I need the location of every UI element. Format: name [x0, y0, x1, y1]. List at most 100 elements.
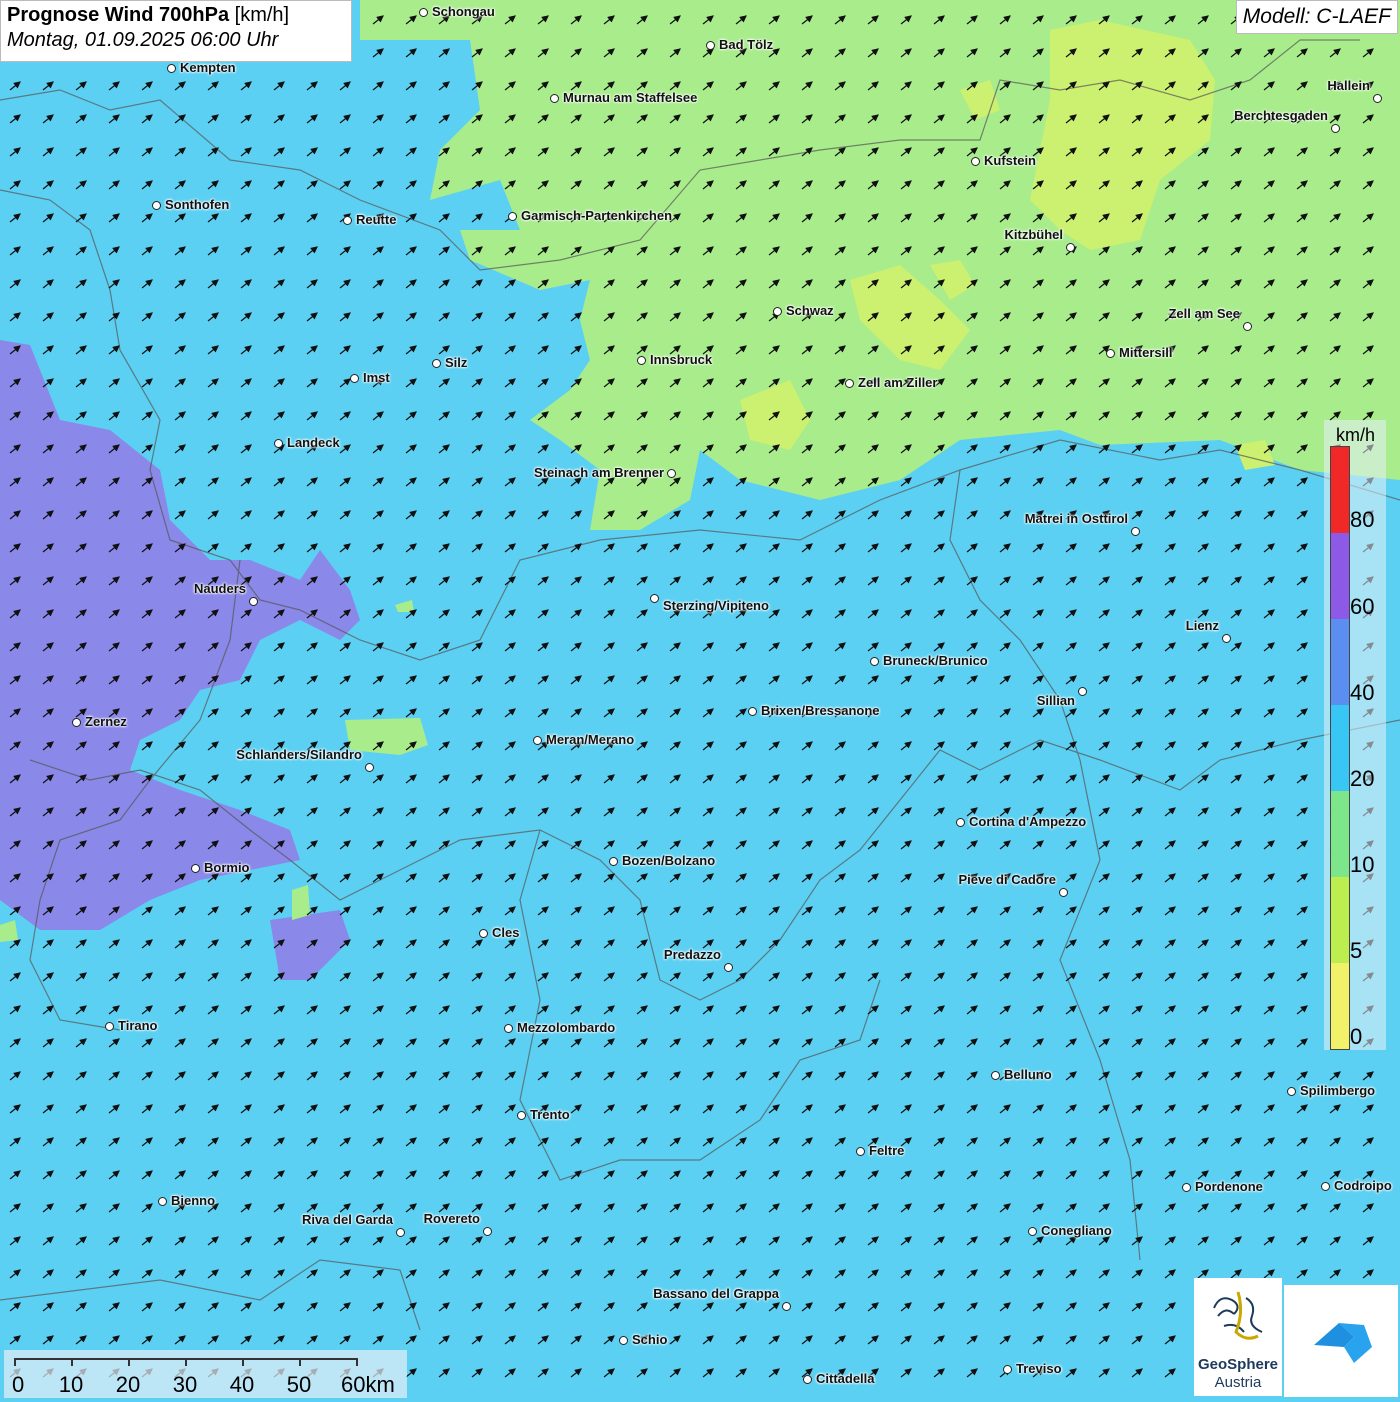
- city-label: Schwaz: [786, 303, 834, 318]
- city-label: Murnau am Staffelsee: [563, 90, 698, 105]
- scale-label: 30: [172, 1372, 198, 1397]
- model-label: Modell: C-LAEF: [1235, 0, 1398, 34]
- legend-label: 60: [1350, 594, 1375, 619]
- city-label: Spilimbergo: [1300, 1083, 1376, 1098]
- forecast-datetime: Montag, 01.09.2025 06:00 Uhr: [7, 29, 279, 51]
- city-label: Bienno: [171, 1193, 216, 1208]
- city-label: Steinach am Brenner: [533, 465, 664, 480]
- city-label: Matrei in Osttirol: [1024, 511, 1128, 526]
- city-label: Bruneck/Brunico: [883, 653, 988, 668]
- city-marker: [637, 356, 646, 365]
- geosphere-name: GeoSphere: [1197, 1356, 1279, 1373]
- geosphere-emblem-icon: [1213, 1291, 1263, 1340]
- city-marker: [1059, 888, 1068, 897]
- city-label: Rovereto: [423, 1211, 480, 1226]
- legend-swatch: [1331, 705, 1349, 791]
- city-marker: [483, 1227, 492, 1236]
- city-marker: [991, 1071, 1000, 1080]
- city-label: Brixen/Bressanone: [761, 703, 880, 718]
- city-label: Zell am See: [1168, 306, 1240, 321]
- app-arrow-icon: [1314, 1323, 1372, 1363]
- city-label: Cittadella: [816, 1371, 875, 1386]
- city-marker: [609, 857, 618, 866]
- city-label: Conegliano: [1041, 1223, 1112, 1238]
- city-marker: [1331, 124, 1340, 133]
- legend-swatch: [1331, 791, 1349, 877]
- legend-swatch: [1331, 877, 1349, 963]
- city-marker: [870, 657, 879, 666]
- city-label: Kitzbühel: [1004, 227, 1064, 242]
- city-marker: [432, 359, 441, 368]
- city-label: Kufstein: [984, 153, 1036, 168]
- title-box: Prognose Wind 700hPa [km/h] Montag, 01.0…: [0, 0, 352, 62]
- city-label: Schlanders/Silandro: [236, 747, 362, 762]
- city-label: Pieve di Cadore: [958, 872, 1056, 887]
- city-marker: [956, 818, 965, 827]
- city-marker: [748, 707, 757, 716]
- city-label: Sonthofen: [165, 197, 230, 212]
- city-marker: [550, 94, 559, 103]
- city-label: Tirano: [118, 1018, 158, 1033]
- city-marker: [971, 157, 980, 166]
- app-logo[interactable]: [1284, 1285, 1398, 1397]
- scale-tick: [242, 1358, 244, 1366]
- scale-tick: [71, 1358, 73, 1366]
- legend-unit: km/h: [1336, 425, 1376, 445]
- city-marker: [274, 439, 283, 448]
- legend-label: 5: [1350, 938, 1363, 963]
- city-label: Bozen/Bolzano: [622, 853, 716, 868]
- city-marker: [1222, 634, 1231, 643]
- city-marker: [167, 64, 176, 73]
- city-label: Mittersill: [1119, 345, 1173, 360]
- city-marker: [1243, 322, 1252, 331]
- city-label: Landeck: [287, 435, 340, 450]
- city-marker: [249, 597, 258, 606]
- scale-label: 20: [115, 1372, 141, 1397]
- city-marker: [350, 374, 359, 383]
- legend-label: 80: [1350, 507, 1375, 532]
- city-marker: [1287, 1087, 1296, 1096]
- city-marker: [803, 1375, 812, 1384]
- geosphere-logo[interactable]: GeoSphere Austria: [1194, 1278, 1282, 1396]
- city-marker: [72, 718, 81, 727]
- city-label: Reutte: [356, 212, 397, 227]
- city-label: Kempten: [180, 60, 236, 75]
- city-marker: [1028, 1227, 1037, 1236]
- city-label: Predazzo: [663, 947, 721, 962]
- city-marker: [1066, 243, 1075, 252]
- city-label: Meran/Merano: [546, 732, 635, 747]
- city-label: Zell am Ziller: [858, 375, 938, 390]
- scale-label: 10: [58, 1372, 84, 1397]
- city-label: Schongau: [432, 4, 495, 19]
- city-marker: [724, 963, 733, 972]
- map-title: Prognose Wind 700hPa [km/h]: [7, 4, 290, 26]
- city-label: Sterzing/Vipiteno: [663, 598, 769, 613]
- city-label: Bormio: [204, 860, 250, 875]
- city-label: Pordenone: [1195, 1179, 1263, 1194]
- city-marker: [517, 1111, 526, 1120]
- scale-tick: [185, 1358, 187, 1366]
- city-label: Codroipo: [1334, 1178, 1392, 1193]
- city-label: Hallein: [1327, 78, 1370, 93]
- city-marker: [1131, 527, 1140, 536]
- city-label: Lienz: [1185, 618, 1219, 633]
- city-marker: [365, 763, 374, 772]
- city-label: Imst: [363, 370, 390, 385]
- city-marker: [533, 736, 542, 745]
- city-marker: [619, 1336, 628, 1345]
- city-marker: [856, 1147, 865, 1156]
- city-label: Riva del Garda: [301, 1212, 393, 1227]
- city-label: Trento: [530, 1107, 570, 1122]
- scale-label: 50: [286, 1372, 312, 1397]
- city-label: Treviso: [1016, 1361, 1062, 1376]
- legend-swatch: [1331, 533, 1349, 619]
- city-label: Bad Tölz: [719, 37, 774, 52]
- legend-label: 10: [1350, 852, 1375, 877]
- city-marker: [782, 1302, 791, 1311]
- city-marker: [1003, 1365, 1012, 1374]
- scale-label: 40: [229, 1372, 255, 1397]
- city-marker: [396, 1228, 405, 1237]
- city-label: Schio: [632, 1332, 668, 1347]
- city-label: Mezzolombardo: [517, 1020, 616, 1035]
- city-marker: [773, 307, 782, 316]
